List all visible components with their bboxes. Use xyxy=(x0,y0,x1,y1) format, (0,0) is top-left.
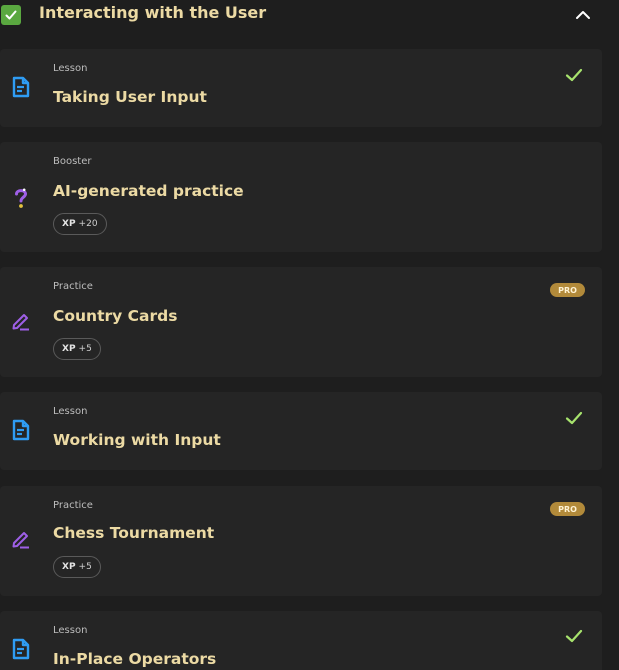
xp-label: XP xyxy=(62,562,76,572)
completed-check-icon xyxy=(563,409,585,427)
xp-label: XP xyxy=(62,219,76,229)
section-title: Interacting with the User xyxy=(39,3,267,22)
lesson-item[interactable]: Lesson In-Place Operators xyxy=(0,611,602,670)
section-complete-checkbox xyxy=(1,5,21,25)
item-type: Booster xyxy=(53,156,92,167)
xp-badge: XP +5 xyxy=(53,556,101,578)
completed-check-icon xyxy=(563,627,585,645)
item-type: Lesson xyxy=(53,63,88,74)
xp-label: XP xyxy=(62,344,76,354)
course-module-page: Interacting with the User Lesson Taking … xyxy=(0,0,619,670)
pencil-icon xyxy=(8,308,34,334)
chevron-up-icon xyxy=(576,11,590,19)
booster-item[interactable]: Booster AI-generated practice XP +20 xyxy=(0,142,602,252)
pro-badge: PRO xyxy=(550,283,585,297)
lesson-icon xyxy=(8,417,34,443)
item-title: AI-generated practice xyxy=(53,182,244,200)
collapse-button[interactable] xyxy=(571,5,595,25)
section-header[interactable]: Interacting with the User xyxy=(0,0,619,31)
lesson-item[interactable]: Lesson Working with Input xyxy=(0,392,602,470)
pro-label: PRO xyxy=(558,504,577,514)
xp-value: +5 xyxy=(78,562,92,572)
checkmark-icon xyxy=(5,10,17,20)
item-type: Lesson xyxy=(53,406,88,417)
lesson-icon xyxy=(8,636,34,662)
item-title: Country Cards xyxy=(53,307,178,325)
practice-item[interactable]: Practice Country Cards PRO XP +5 xyxy=(0,267,602,377)
item-title: Taking User Input xyxy=(53,88,207,106)
pencil-icon xyxy=(8,526,34,552)
xp-value: +5 xyxy=(78,344,92,354)
xp-value: +20 xyxy=(78,219,98,229)
pro-label: PRO xyxy=(558,285,577,295)
lesson-icon xyxy=(8,74,34,100)
item-title: Chess Tournament xyxy=(53,524,215,542)
pro-badge: PRO xyxy=(550,502,585,516)
practice-item[interactable]: Practice Chess Tournament PRO XP +5 xyxy=(0,486,602,596)
xp-badge: XP +5 xyxy=(53,338,101,360)
item-type: Practice xyxy=(53,281,93,292)
question-mark-icon xyxy=(8,185,34,211)
completed-check-icon xyxy=(563,66,585,84)
xp-badge: XP +20 xyxy=(53,213,107,235)
item-title: In-Place Operators xyxy=(53,650,217,668)
lesson-item[interactable]: Lesson Taking User Input xyxy=(0,49,602,127)
item-type: Practice xyxy=(53,500,93,511)
item-type: Lesson xyxy=(53,625,88,636)
item-title: Working with Input xyxy=(53,431,221,449)
